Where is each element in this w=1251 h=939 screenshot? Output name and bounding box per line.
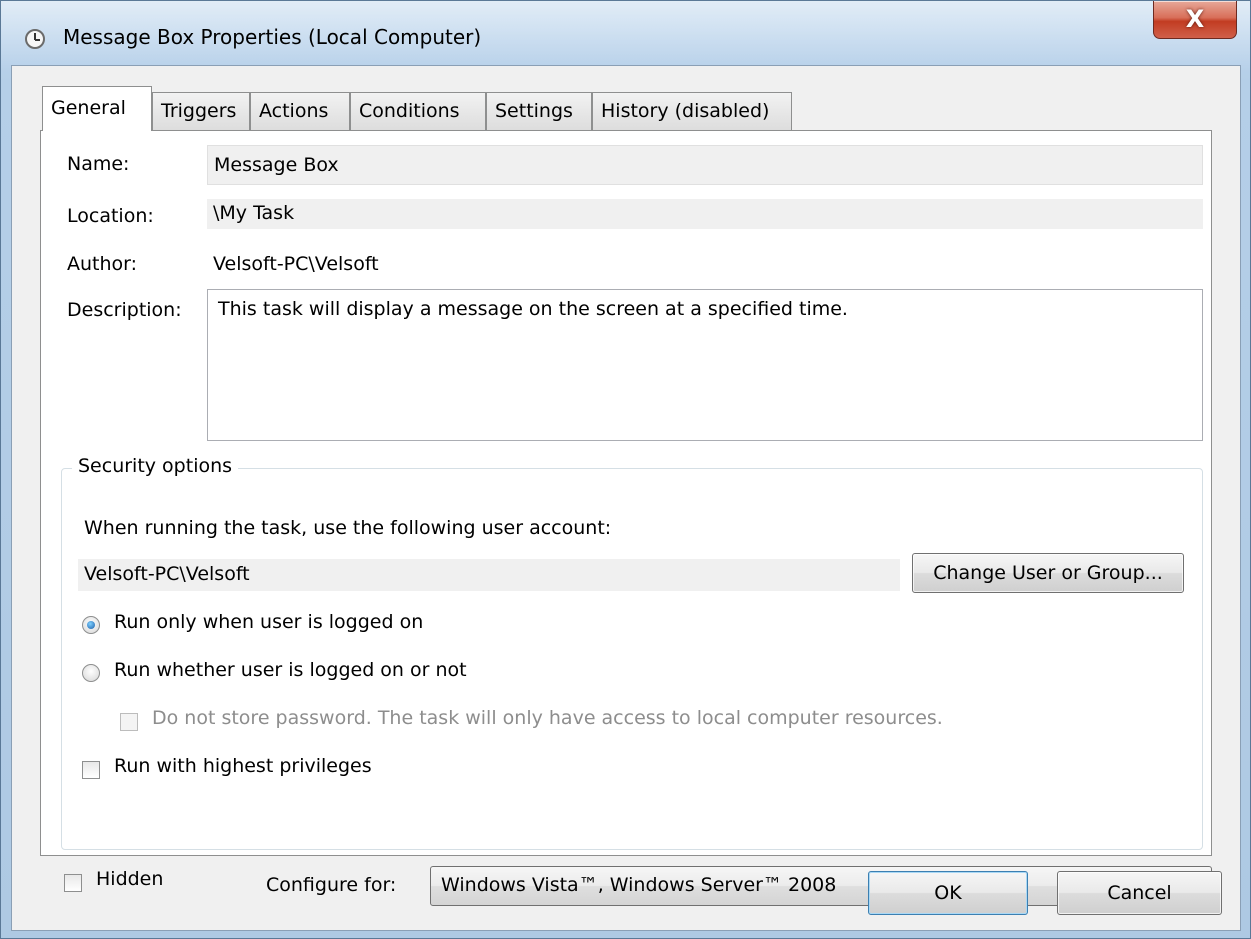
user-account-field: Velsoft-PC\Velsoft [78,559,900,591]
change-user-or-group-button[interactable]: Change User or Group... [912,553,1184,593]
location-value: \My Task [207,199,1203,229]
tab-label: Actions [259,100,329,122]
title-bar[interactable]: Message Box Properties (Local Computer) … [1,1,1250,65]
author-label: Author: [67,253,138,275]
configure-for-value: Windows Vista™, Windows Server™ 2008 [441,874,837,896]
account-prompt: When running the task, use the following… [84,517,612,539]
tab-general[interactable]: General [42,86,152,131]
do-not-store-password-label[interactable]: Do not store password. The task will onl… [152,707,943,729]
tab-label: Conditions [359,100,460,122]
hidden-label[interactable]: Hidden [96,868,163,890]
window-frame: Message Box Properties (Local Computer) … [0,0,1251,939]
tab-label: Settings [495,100,573,122]
tab-triggers[interactable]: Triggers [152,92,250,130]
configure-for-label: Configure for: [266,874,397,896]
run-highest-privileges-checkbox[interactable] [82,761,100,779]
tab-label: Triggers [161,100,237,122]
author-value: Velsoft-PC\Velsoft [213,253,379,275]
location-label: Location: [67,205,154,227]
name-label: Name: [67,153,130,175]
close-icon: X [1185,5,1205,33]
run-highest-privileges-label[interactable]: Run with highest privileges [114,755,372,777]
tab-label: History (disabled) [601,100,770,122]
run-logged-on-label[interactable]: Run only when user is logged on [114,611,423,633]
run-logged-on-radio[interactable] [82,616,100,634]
window-title: Message Box Properties (Local Computer) [63,25,482,49]
hidden-checkbox[interactable] [64,874,82,892]
close-button[interactable]: X [1153,1,1237,39]
clock-icon [25,29,45,49]
security-options-group: Security options When running the task, … [61,455,1203,850]
tab-actions[interactable]: Actions [250,92,350,130]
tab-label: General [51,97,126,119]
run-whether-logged-on-label[interactable]: Run whether user is logged on or not [114,659,467,681]
cancel-button[interactable]: Cancel [1057,871,1222,915]
tab-conditions[interactable]: Conditions [350,92,486,130]
general-tab-panel: Name: Message Box Location: \My Task Aut… [40,130,1212,856]
run-whether-logged-on-radio[interactable] [82,664,100,682]
tab-settings[interactable]: Settings [486,92,592,130]
name-field[interactable]: Message Box [207,145,1203,185]
tab-history[interactable]: History (disabled) [592,92,792,130]
ok-button[interactable]: OK [868,871,1028,915]
do-not-store-password-checkbox[interactable] [120,713,138,731]
description-label: Description: [67,299,182,321]
dialog-client-area: General Triggers Actions Conditions Sett… [11,65,1241,931]
security-options-title: Security options [72,455,239,477]
description-textarea[interactable]: This task will display a message on the … [207,289,1203,441]
